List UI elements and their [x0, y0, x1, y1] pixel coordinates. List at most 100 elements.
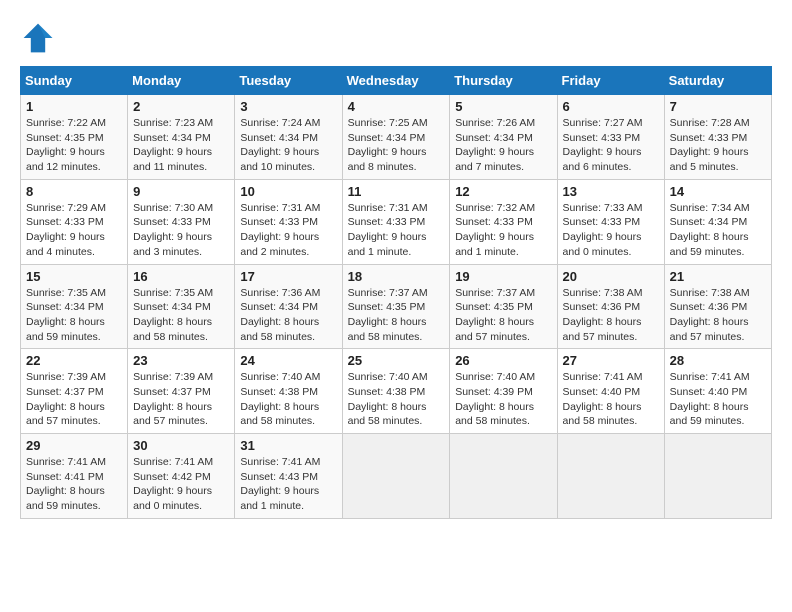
calendar-day-cell: 17 Sunrise: 7:36 AMSunset: 4:34 PMDayligh… — [235, 264, 342, 349]
day-info: Sunrise: 7:41 AMSunset: 4:40 PMDaylight:… — [670, 370, 766, 429]
day-info: Sunrise: 7:24 AMSunset: 4:34 PMDaylight:… — [240, 116, 336, 175]
calendar-day-cell: 3 Sunrise: 7:24 AMSunset: 4:34 PMDaylight… — [235, 95, 342, 180]
calendar-day-cell: 6 Sunrise: 7:27 AMSunset: 4:33 PMDaylight… — [557, 95, 664, 180]
day-info: Sunrise: 7:41 AMSunset: 4:43 PMDaylight:… — [240, 455, 336, 514]
day-info: Sunrise: 7:26 AMSunset: 4:34 PMDaylight:… — [455, 116, 551, 175]
page-header — [20, 20, 772, 56]
day-info: Sunrise: 7:31 AMSunset: 4:33 PMDaylight:… — [240, 201, 336, 260]
calendar-week-row: 29 Sunrise: 7:41 AMSunset: 4:41 PMDayligh… — [21, 434, 772, 519]
day-number: 10 — [240, 184, 336, 199]
calendar-day-cell: 24Sunrise: 7:40 AMSunset: 4:38 PMDayligh… — [235, 349, 342, 434]
weekday-header: Friday — [557, 67, 664, 95]
day-number: 29 — [26, 438, 122, 453]
calendar-day-cell: 31Sunrise: 7:41 AMSunset: 4:43 PMDayligh… — [235, 434, 342, 519]
calendar-day-cell: 18 Sunrise: 7:37 AMSunset: 4:35 PMDayligh… — [342, 264, 450, 349]
day-info: Sunrise: 7:34 AMSunset: 4:34 PMDaylight:… — [670, 201, 766, 260]
day-number: 26 — [455, 353, 551, 368]
day-number: 11 — [348, 184, 445, 199]
day-info: Sunrise: 7:40 AMSunset: 4:39 PMDaylight:… — [455, 370, 551, 429]
calendar-day-cell: 23 Sunrise: 7:39 AMSunset: 4:37 PMDayligh… — [128, 349, 235, 434]
day-info: Sunrise: 7:39 AMSunset: 4:37 PMDaylight:… — [133, 370, 229, 429]
day-info: Sunrise: 7:25 AMSunset: 4:34 PMDaylight:… — [348, 116, 445, 175]
calendar-day-cell: 19Sunrise: 7:37 AMSunset: 4:35 PMDayligh… — [450, 264, 557, 349]
calendar-day-cell: 22Sunrise: 7:39 AMSunset: 4:37 PMDayligh… — [21, 349, 128, 434]
calendar-day-cell: 7 Sunrise: 7:28 AMSunset: 4:33 PMDaylight… — [664, 95, 771, 180]
calendar-day-cell: 15 Sunrise: 7:35 AMSunset: 4:34 PMDayligh… — [21, 264, 128, 349]
day-number: 16 — [133, 269, 229, 284]
calendar-week-row: 8 Sunrise: 7:29 AMSunset: 4:33 PMDaylight… — [21, 179, 772, 264]
calendar-day-cell — [664, 434, 771, 519]
day-info: Sunrise: 7:39 AMSunset: 4:37 PMDaylight:… — [26, 370, 122, 429]
calendar-day-cell: 25Sunrise: 7:40 AMSunset: 4:38 PMDayligh… — [342, 349, 450, 434]
calendar-day-cell: 21 Sunrise: 7:38 AMSunset: 4:36 PMDayligh… — [664, 264, 771, 349]
calendar-week-row: 22Sunrise: 7:39 AMSunset: 4:37 PMDayligh… — [21, 349, 772, 434]
day-info: Sunrise: 7:41 AMSunset: 4:42 PMDaylight:… — [133, 455, 229, 514]
day-number: 12 — [455, 184, 551, 199]
day-info: Sunrise: 7:31 AMSunset: 4:33 PMDaylight:… — [348, 201, 445, 260]
calendar-day-cell: 5Sunrise: 7:26 AMSunset: 4:34 PMDaylight… — [450, 95, 557, 180]
day-number: 14 — [670, 184, 766, 199]
day-number: 21 — [670, 269, 766, 284]
day-info: Sunrise: 7:30 AMSunset: 4:33 PMDaylight:… — [133, 201, 229, 260]
weekday-header: Sunday — [21, 67, 128, 95]
day-number: 4 — [348, 99, 445, 114]
day-number: 2 — [133, 99, 229, 114]
calendar-header-row: SundayMondayTuesdayWednesdayThursdayFrid… — [21, 67, 772, 95]
day-number: 1 — [26, 99, 122, 114]
day-info: Sunrise: 7:33 AMSunset: 4:33 PMDaylight:… — [563, 201, 659, 260]
day-number: 20 — [563, 269, 659, 284]
day-info: Sunrise: 7:28 AMSunset: 4:33 PMDaylight:… — [670, 116, 766, 175]
day-info: Sunrise: 7:38 AMSunset: 4:36 PMDaylight:… — [670, 286, 766, 345]
day-number: 18 — [348, 269, 445, 284]
calendar-day-cell: 11 Sunrise: 7:31 AMSunset: 4:33 PMDayligh… — [342, 179, 450, 264]
weekday-header: Monday — [128, 67, 235, 95]
day-info: Sunrise: 7:41 AMSunset: 4:40 PMDaylight:… — [563, 370, 659, 429]
calendar-day-cell: 2 Sunrise: 7:23 AMSunset: 4:34 PMDaylight… — [128, 95, 235, 180]
calendar-day-cell — [450, 434, 557, 519]
weekday-header: Tuesday — [235, 67, 342, 95]
day-info: Sunrise: 7:40 AMSunset: 4:38 PMDaylight:… — [348, 370, 445, 429]
day-number: 13 — [563, 184, 659, 199]
day-number: 27 — [563, 353, 659, 368]
calendar-day-cell: 14 Sunrise: 7:34 AMSunset: 4:34 PMDayligh… — [664, 179, 771, 264]
logo-icon — [20, 20, 56, 56]
day-number: 30 — [133, 438, 229, 453]
day-info: Sunrise: 7:36 AMSunset: 4:34 PMDaylight:… — [240, 286, 336, 345]
day-info: Sunrise: 7:29 AMSunset: 4:33 PMDaylight:… — [26, 201, 122, 260]
calendar-day-cell: 16 Sunrise: 7:35 AMSunset: 4:34 PMDayligh… — [128, 264, 235, 349]
day-info: Sunrise: 7:38 AMSunset: 4:36 PMDaylight:… — [563, 286, 659, 345]
day-number: 17 — [240, 269, 336, 284]
calendar-day-cell: 12 Sunrise: 7:32 AMSunset: 4:33 PMDayligh… — [450, 179, 557, 264]
calendar-day-cell: 29 Sunrise: 7:41 AMSunset: 4:41 PMDayligh… — [21, 434, 128, 519]
calendar-day-cell: 26 Sunrise: 7:40 AMSunset: 4:39 PMDayligh… — [450, 349, 557, 434]
day-number: 15 — [26, 269, 122, 284]
day-number: 3 — [240, 99, 336, 114]
day-number: 23 — [133, 353, 229, 368]
day-info: Sunrise: 7:40 AMSunset: 4:38 PMDaylight:… — [240, 370, 336, 429]
calendar-day-cell — [342, 434, 450, 519]
day-number: 8 — [26, 184, 122, 199]
calendar-day-cell: 10 Sunrise: 7:31 AMSunset: 4:33 PMDayligh… — [235, 179, 342, 264]
calendar-body: 1 Sunrise: 7:22 AMSunset: 4:35 PMDaylight… — [21, 95, 772, 519]
weekday-header: Saturday — [664, 67, 771, 95]
calendar-table: SundayMondayTuesdayWednesdayThursdayFrid… — [20, 66, 772, 519]
day-number: 9 — [133, 184, 229, 199]
day-info: Sunrise: 7:35 AMSunset: 4:34 PMDaylight:… — [133, 286, 229, 345]
day-number: 28 — [670, 353, 766, 368]
day-info: Sunrise: 7:27 AMSunset: 4:33 PMDaylight:… — [563, 116, 659, 175]
day-info: Sunrise: 7:35 AMSunset: 4:34 PMDaylight:… — [26, 286, 122, 345]
logo — [20, 20, 60, 56]
day-number: 7 — [670, 99, 766, 114]
calendar-day-cell: 1 Sunrise: 7:22 AMSunset: 4:35 PMDaylight… — [21, 95, 128, 180]
day-info: Sunrise: 7:23 AMSunset: 4:34 PMDaylight:… — [133, 116, 229, 175]
day-info: Sunrise: 7:37 AMSunset: 4:35 PMDaylight:… — [348, 286, 445, 345]
day-number: 19 — [455, 269, 551, 284]
day-info: Sunrise: 7:32 AMSunset: 4:33 PMDaylight:… — [455, 201, 551, 260]
calendar-day-cell — [557, 434, 664, 519]
weekday-header: Wednesday — [342, 67, 450, 95]
day-info: Sunrise: 7:22 AMSunset: 4:35 PMDaylight:… — [26, 116, 122, 175]
day-number: 6 — [563, 99, 659, 114]
calendar-week-row: 15 Sunrise: 7:35 AMSunset: 4:34 PMDayligh… — [21, 264, 772, 349]
day-info: Sunrise: 7:41 AMSunset: 4:41 PMDaylight:… — [26, 455, 122, 514]
calendar-day-cell: 13 Sunrise: 7:33 AMSunset: 4:33 PMDayligh… — [557, 179, 664, 264]
